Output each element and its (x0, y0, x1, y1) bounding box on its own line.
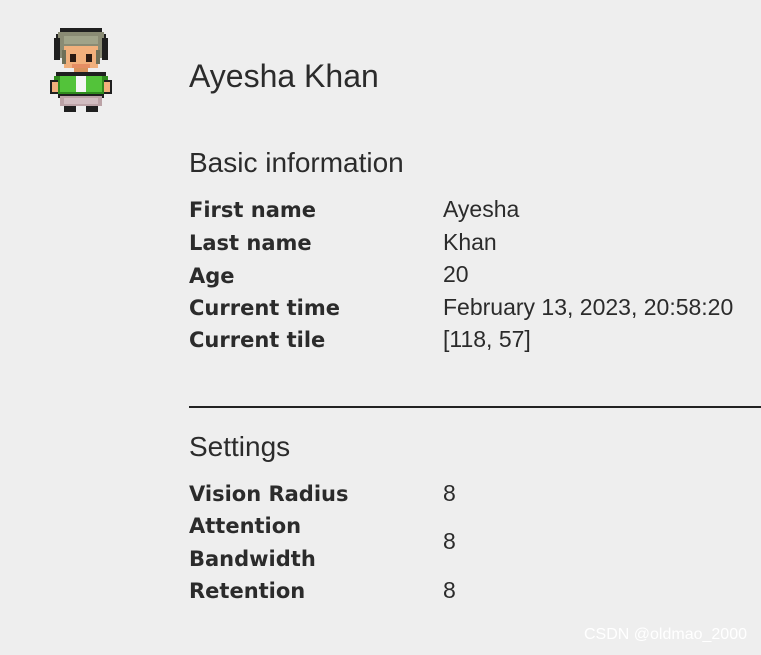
watermark: CSDN @oldmao_2000 (584, 626, 747, 643)
age-value: 20 (443, 261, 469, 287)
attention-bandwidth-value: 8 (443, 528, 456, 554)
pixel-character-icon (48, 28, 114, 112)
persona-name: Ayesha Khan (189, 58, 379, 94)
retention-value: 8 (443, 577, 456, 603)
current-time-label: Current time (189, 296, 340, 320)
vision-radius-label: Vision Radius (189, 482, 349, 506)
current-tile-label: Current tile (189, 328, 326, 352)
age-label: Age (189, 264, 235, 288)
first-name-label: First name (189, 198, 316, 222)
current-tile-value: [118, 57] (443, 326, 531, 352)
last-name-label: Last name (189, 231, 312, 255)
current-time-value: February 13, 2023, 20:58:20 (443, 294, 734, 320)
attention-bandwidth-label-line1: Attention (189, 514, 302, 538)
vision-radius-value: 8 (443, 480, 456, 506)
persona-page: Ayesha Khan Basic information First name… (0, 0, 761, 655)
section-divider (189, 406, 761, 408)
first-name-value: Ayesha (443, 196, 520, 222)
settings-heading: Settings (189, 431, 291, 462)
last-name-value: Khan (443, 229, 497, 255)
attention-bandwidth-label-line2: Bandwidth (189, 547, 316, 571)
basic-info-heading: Basic information (189, 147, 404, 178)
retention-label: Retention (189, 579, 306, 603)
